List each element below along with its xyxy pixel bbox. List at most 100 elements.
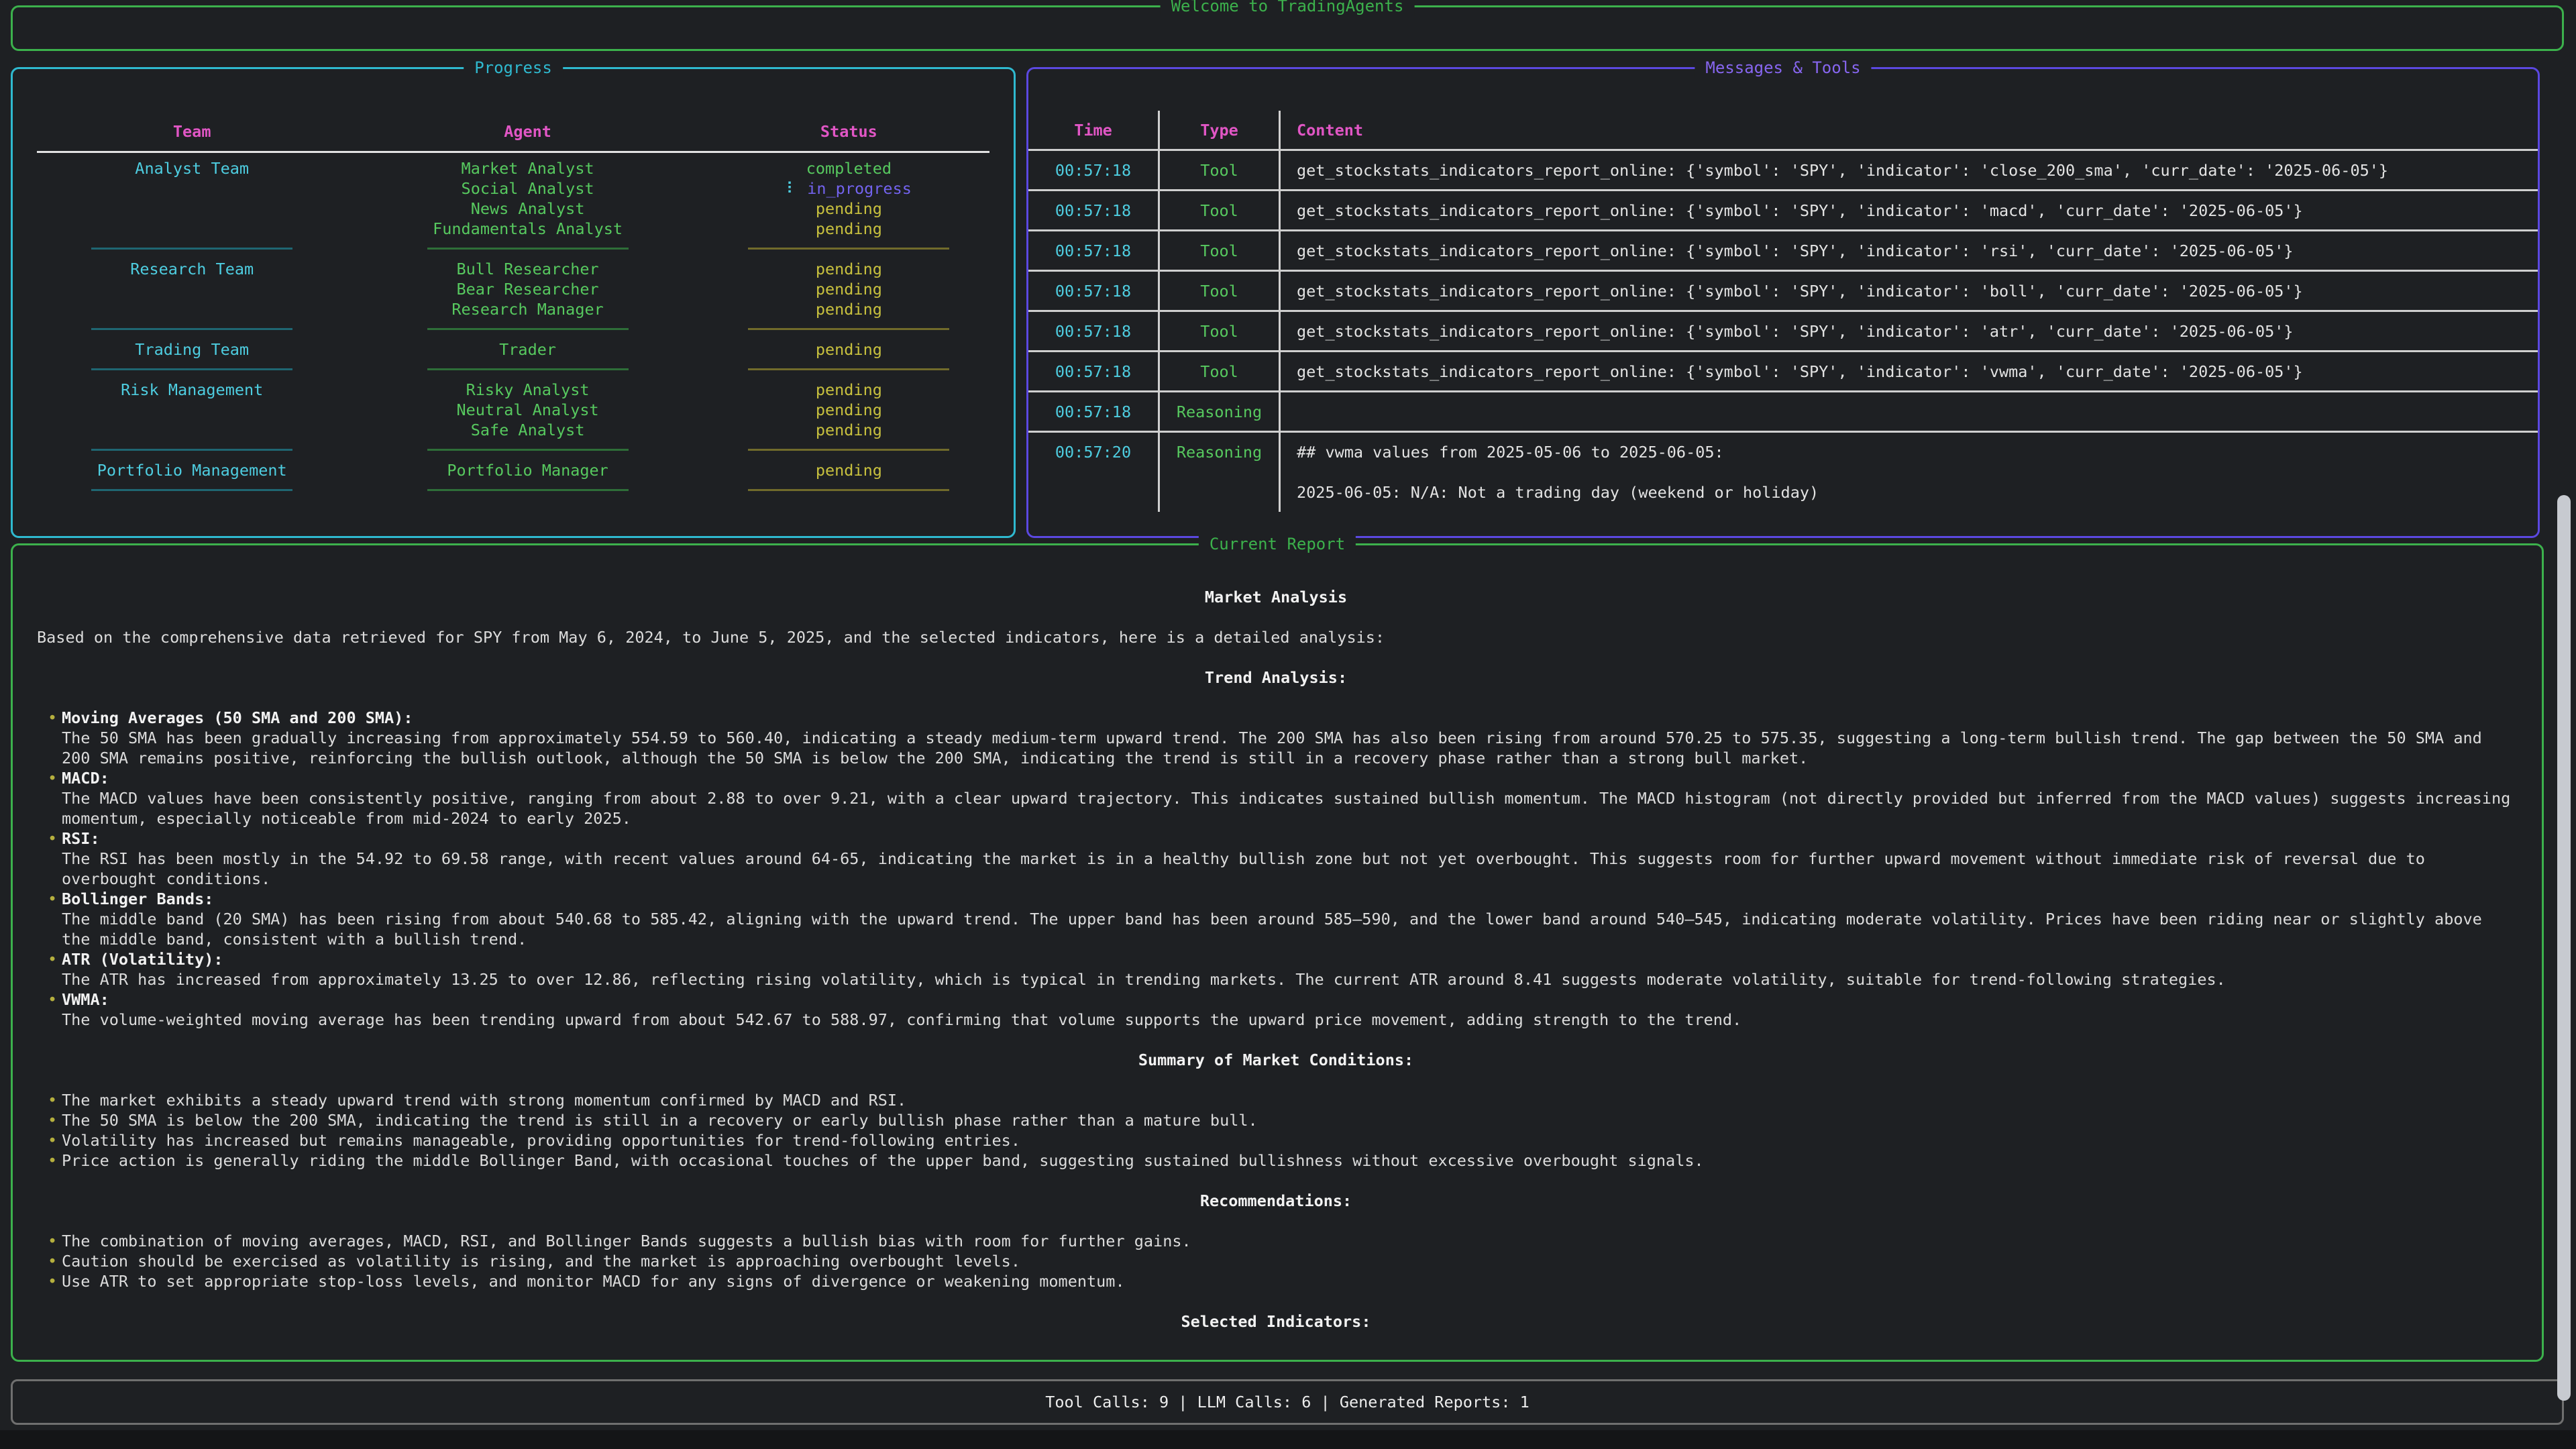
separator-line: [748, 368, 949, 370]
separator-line: [427, 328, 629, 330]
team-cell: [30, 420, 354, 440]
progress-row: Trading TeamTraderpending: [30, 339, 996, 360]
report-bullet-item: •Bollinger Bands:The middle band (20 SMA…: [37, 889, 2515, 949]
separator-cell: [354, 440, 701, 460]
bullet-title: Bollinger Bands:: [62, 889, 2515, 909]
message-row: 00:57:18Toolget_stockstats_indicators_re…: [1028, 151, 2538, 191]
separator-line: [427, 248, 629, 250]
report-heading: Summary of Market Conditions:: [37, 1050, 2515, 1070]
separator-line: [91, 248, 292, 250]
separator-line: [748, 489, 949, 491]
bullet-icon: •: [48, 1110, 57, 1130]
bullet-text: The combination of moving averages, MACD…: [62, 1231, 2515, 1251]
separator-cell: [30, 360, 354, 380]
message-time: 00:57:18: [1028, 191, 1160, 229]
team-cell: Portfolio Management: [30, 460, 354, 480]
progress-row: Social Analyst⠇ in_progress: [30, 178, 996, 199]
separator-cell: [30, 440, 354, 460]
terminal-screen: Welcome to TradingAgents Progress Team A…: [0, 0, 2576, 1449]
bullet-icon: •: [48, 768, 57, 788]
report-bullet-list: •Moving Averages (50 SMA and 200 SMA):Th…: [37, 708, 2515, 1030]
current-report-panel: Current Report Market AnalysisBased on t…: [11, 543, 2544, 1362]
separator-cell: [30, 319, 354, 339]
report-bullet-item: •Volatility has increased but remains ma…: [37, 1130, 2515, 1150]
bullet-text: Use ATR to set appropriate stop-loss lev…: [62, 1271, 2515, 1291]
message-row: 00:57:18Toolget_stockstats_indicators_re…: [1028, 231, 2538, 272]
status-cell: pending: [702, 299, 996, 319]
progress-group-separator: [30, 440, 996, 460]
message-time: 00:57:18: [1028, 352, 1160, 390]
agent-cell: Bull Researcher: [354, 259, 701, 279]
progress-row: Risk ManagementRisky Analystpending: [30, 380, 996, 400]
progress-group-separator: [30, 360, 996, 380]
separator-cell: [702, 480, 996, 500]
bullet-icon: •: [48, 1231, 57, 1251]
status-cell: pending: [702, 339, 996, 360]
status-cell: pending: [702, 279, 996, 299]
spacer: [37, 688, 2515, 708]
bullet-text: The middle band (20 SMA) has been rising…: [62, 909, 2515, 949]
team-cell: [30, 279, 354, 299]
message-content: get_stockstats_indicators_report_online:…: [1281, 312, 2538, 350]
report-bullet-item: •MACD:The MACD values have been consiste…: [37, 768, 2515, 828]
column-header-status: Status: [702, 121, 996, 142]
agent-cell: Trader: [354, 339, 701, 360]
column-header-time: Time: [1028, 111, 1160, 149]
separator-line: [748, 449, 949, 451]
agent-cell: Market Analyst: [354, 158, 701, 178]
bullet-text: The RSI has been mostly in the 54.92 to …: [62, 849, 2515, 889]
report-bullet-item: •VWMA:The volume-weighted moving average…: [37, 989, 2515, 1030]
separator-cell: [702, 239, 996, 259]
bullet-icon: •: [48, 828, 57, 849]
spacer: [37, 1211, 2515, 1231]
bullet-title: MACD:: [62, 768, 2515, 788]
message-type: Tool: [1160, 151, 1281, 189]
report-bullet-item: •ATR (Volatility):The ATR has increased …: [37, 949, 2515, 989]
team-cell: [30, 178, 354, 199]
message-content: get_stockstats_indicators_report_online:…: [1281, 272, 2538, 310]
spacer: [37, 1171, 2515, 1191]
welcome-panel: Welcome to TradingAgents: [11, 5, 2564, 51]
progress-row: Research TeamBull Researcherpending: [30, 259, 996, 279]
bullet-text: The 50 SMA is below the 200 SMA, indicat…: [62, 1110, 2515, 1130]
content-line: [1297, 462, 1306, 482]
progress-row: Research Managerpending: [30, 299, 996, 319]
report-bullet-item: •Use ATR to set appropriate stop-loss le…: [37, 1271, 2515, 1291]
bullet-title: VWMA:: [62, 989, 2515, 1010]
messages-table: Time Type Content 00:57:18Toolget_stocks…: [1028, 111, 2538, 512]
separator-cell: [702, 319, 996, 339]
separator-cell: [702, 440, 996, 460]
message-type: Tool: [1160, 191, 1281, 229]
message-time: 00:57:20: [1028, 433, 1160, 512]
scrollbar-thumb[interactable]: [2557, 495, 2571, 1401]
agent-cell: Fundamentals Analyst: [354, 219, 701, 239]
separator-line: [91, 489, 292, 491]
agent-cell: News Analyst: [354, 199, 701, 219]
report-bullet-item: •Caution should be exercised as volatili…: [37, 1251, 2515, 1271]
status-cell: pending: [702, 400, 996, 420]
status-cell: pending: [702, 460, 996, 480]
progress-group-separator: [30, 239, 996, 259]
agent-cell: Neutral Analyst: [354, 400, 701, 420]
message-type: Tool: [1160, 352, 1281, 390]
progress-table: Team Agent Status Analyst TeamMarket Ana…: [13, 69, 1014, 500]
messages-table-body: 00:57:18Toolget_stockstats_indicators_re…: [1028, 151, 2538, 512]
bullet-title: ATR (Volatility):: [62, 949, 2515, 969]
team-cell: [30, 400, 354, 420]
separator-line: [91, 368, 292, 370]
messages-panel: Messages & Tools Time Type Content 00:57…: [1026, 67, 2540, 538]
progress-group-separator: [30, 480, 996, 500]
column-header-team: Team: [30, 121, 354, 142]
message-time: 00:57:18: [1028, 392, 1160, 431]
status-cell: pending: [702, 259, 996, 279]
team-cell: Risk Management: [30, 380, 354, 400]
column-header-agent: Agent: [354, 121, 701, 142]
agent-cell: Risky Analyst: [354, 380, 701, 400]
bullet-text: The ATR has increased from approximately…: [62, 969, 2515, 989]
spacer: [37, 1291, 2515, 1311]
bullet-icon: •: [48, 949, 57, 969]
bullet-text: The 50 SMA has been gradually increasing…: [62, 728, 2515, 768]
progress-row: Safe Analystpending: [30, 420, 996, 440]
bullet-icon: •: [48, 1090, 57, 1110]
message-time: 00:57:18: [1028, 151, 1160, 189]
